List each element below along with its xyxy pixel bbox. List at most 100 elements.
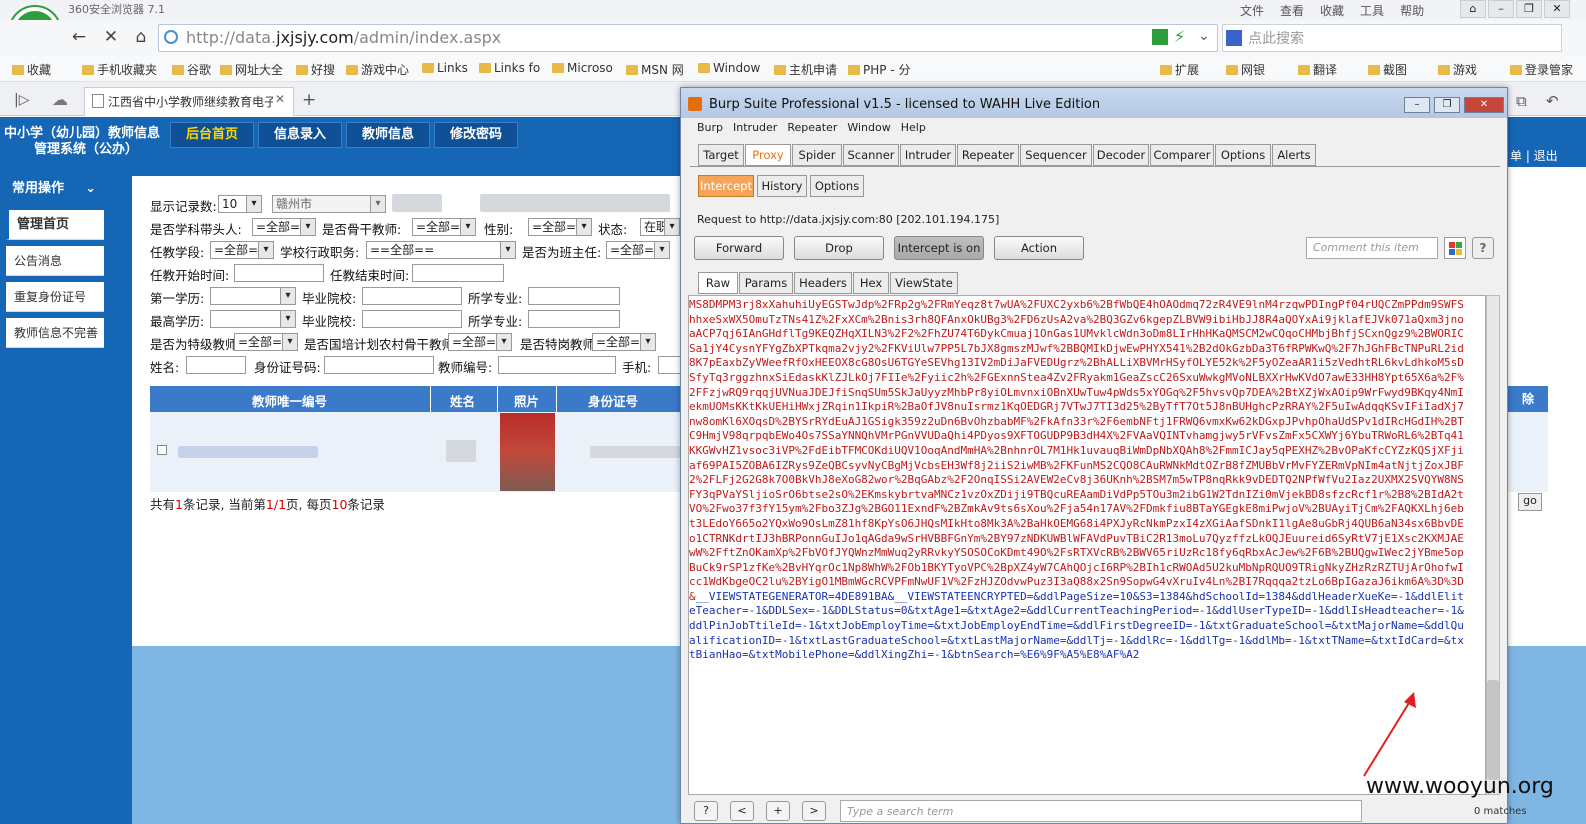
extension-item[interactable]: 翻译	[1298, 61, 1337, 78]
qr-icon[interactable]	[1152, 29, 1168, 45]
row-checkbox[interactable]	[157, 445, 167, 455]
city-select[interactable]: 赣州市	[272, 195, 386, 213]
forward-button[interactable]: Forward	[694, 236, 784, 260]
menu-view[interactable]: 查看	[1280, 2, 1304, 19]
raw-search-input[interactable]: Type a search term	[840, 800, 1362, 822]
idcard-input[interactable]	[324, 356, 434, 374]
burp-minimize-icon[interactable]: –	[1404, 97, 1430, 113]
bookmark-item[interactable]: 谷歌	[172, 61, 211, 78]
menu-tools[interactable]: 工具	[1360, 2, 1384, 19]
intercept-toggle-button[interactable]: Intercept is on	[894, 236, 984, 260]
search-prev-button[interactable]: <	[730, 801, 754, 821]
minimize-icon[interactable]: –	[1488, 0, 1514, 18]
search-help-button[interactable]: ?	[694, 801, 718, 821]
search-engine-icon[interactable]	[1226, 30, 1242, 46]
nav-info-entry[interactable]: 信息录入	[258, 122, 342, 148]
show-count-select[interactable]: 10	[218, 195, 262, 213]
tab-history[interactable]: History	[757, 175, 807, 197]
major-input[interactable]	[528, 287, 620, 305]
tab-headers[interactable]: Headers	[794, 272, 852, 294]
extension-item[interactable]: 游戏	[1438, 61, 1477, 78]
grad-school2-input[interactable]	[362, 310, 462, 328]
back-icon[interactable]: ←	[66, 25, 92, 51]
bookmark-item[interactable]: Links fo	[479, 61, 540, 75]
drop-button[interactable]: Drop	[794, 236, 884, 260]
tab-decoder[interactable]: Decoder	[1093, 144, 1149, 166]
extension-item[interactable]: 截图	[1368, 61, 1407, 78]
bookmark-item[interactable]: 主机申请	[774, 61, 837, 78]
end-time-input[interactable]	[412, 264, 504, 282]
bookmark-item[interactable]: PHP - 分	[848, 61, 910, 78]
tab-proxy[interactable]: Proxy	[745, 144, 791, 166]
home-icon[interactable]: ⌂	[128, 25, 154, 51]
top-degree-select[interactable]	[210, 310, 296, 328]
major2-input[interactable]	[528, 310, 620, 328]
bookmark-item[interactable]: Microso	[552, 61, 613, 75]
burp-menu-intruder[interactable]: Intruder	[733, 121, 777, 134]
nav-change-password[interactable]: 修改密码	[434, 122, 518, 148]
undo-icon[interactable]: ↶	[1546, 92, 1559, 110]
special-teacher-select[interactable]: =全部=	[234, 333, 298, 351]
search-add-button[interactable]: +	[766, 801, 790, 821]
lightning-icon[interactable]: ⚡	[1174, 27, 1185, 46]
post-teacher-select[interactable]: =全部=	[592, 333, 656, 351]
backbone-select[interactable]: =全部=	[412, 218, 476, 236]
phone-input[interactable]	[658, 356, 682, 374]
tab-raw[interactable]: Raw	[698, 272, 738, 294]
bookmark-item[interactable]: 手机收藏夹	[82, 61, 157, 78]
tab-intruder[interactable]: Intruder	[900, 144, 956, 166]
go-button[interactable]: go	[1518, 493, 1542, 511]
menu-file[interactable]: 文件	[1240, 2, 1264, 19]
status-select[interactable]: 在职	[640, 218, 680, 236]
burp-menu-help[interactable]: Help	[901, 121, 926, 134]
first-degree-select[interactable]	[210, 287, 296, 305]
comment-input[interactable]: Comment this item	[1306, 237, 1438, 259]
burp-menu-window[interactable]: Window	[847, 121, 890, 134]
cloud-icon[interactable]: ☁	[52, 90, 68, 109]
start-time-input[interactable]	[234, 264, 324, 282]
search-next-button[interactable]: >	[802, 801, 826, 821]
nav-home[interactable]: 后台首页	[170, 122, 254, 148]
bookmark-item[interactable]: 网址大全	[220, 61, 283, 78]
menu-help[interactable]: 帮助	[1400, 2, 1424, 19]
tab-proxy-options[interactable]: Options	[810, 175, 864, 197]
tab-viewstate[interactable]: ViewState	[890, 272, 958, 294]
raw-scrollbar-thumb[interactable]	[1487, 680, 1499, 780]
sidebar-item-duplicate-id[interactable]: 重复身份证号	[6, 282, 104, 312]
name-input[interactable]	[186, 356, 246, 374]
admin-post-select[interactable]: ==全部==	[366, 241, 516, 259]
burp-close-icon[interactable]: ✕	[1464, 97, 1504, 113]
pin-icon[interactable]: ⌂	[1460, 0, 1486, 18]
close-icon[interactable]: ✕	[1544, 0, 1570, 18]
restore-tab-icon[interactable]: ⧉	[1516, 92, 1527, 110]
help-icon[interactable]: ?	[1472, 237, 1494, 259]
burp-menu-repeater[interactable]: Repeater	[787, 121, 837, 134]
tab-sequencer[interactable]: Sequencer	[1020, 144, 1092, 166]
nav-teacher-info[interactable]: 教师信息	[346, 122, 430, 148]
gender-select[interactable]: =全部=	[528, 218, 592, 236]
sidebar-item-home[interactable]: 管理首页	[6, 210, 104, 240]
maximize-icon[interactable]: ❐	[1516, 0, 1542, 18]
burp-menu-burp[interactable]: Burp	[697, 121, 723, 134]
bookmark-item[interactable]: Window	[698, 61, 760, 75]
bookmark-item[interactable]: 收藏	[12, 61, 51, 78]
tab-options[interactable]: Options	[1215, 144, 1271, 166]
extension-item[interactable]: 登录管家	[1510, 61, 1586, 78]
action-button[interactable]: Action	[994, 236, 1084, 260]
sidebar-toggle-icon[interactable]: |▷	[14, 92, 29, 108]
tab-close-icon[interactable]: ✕	[275, 92, 285, 106]
tab-hex[interactable]: Hex	[853, 272, 889, 294]
stop-icon[interactable]: ✕	[98, 25, 124, 51]
sidebar-item-notices[interactable]: 公告消息	[6, 246, 104, 276]
grad-school-input[interactable]	[362, 287, 462, 305]
extension-item[interactable]: 网银	[1226, 61, 1265, 78]
collapse-icon[interactable]: ⌄	[85, 177, 96, 201]
menu-favorites[interactable]: 收藏	[1320, 2, 1344, 19]
bookmark-item[interactable]: 好搜	[296, 61, 335, 78]
bookmark-item[interactable]: MSN 网	[626, 61, 684, 78]
bookmark-item[interactable]: Links	[422, 61, 468, 75]
sidebar-item-incomplete-info[interactable]: 教师信息不完善	[6, 318, 104, 348]
new-tab-icon[interactable]: +	[302, 90, 316, 110]
tab-alerts[interactable]: Alerts	[1272, 144, 1316, 166]
tab-scanner[interactable]: Scanner	[843, 144, 899, 166]
